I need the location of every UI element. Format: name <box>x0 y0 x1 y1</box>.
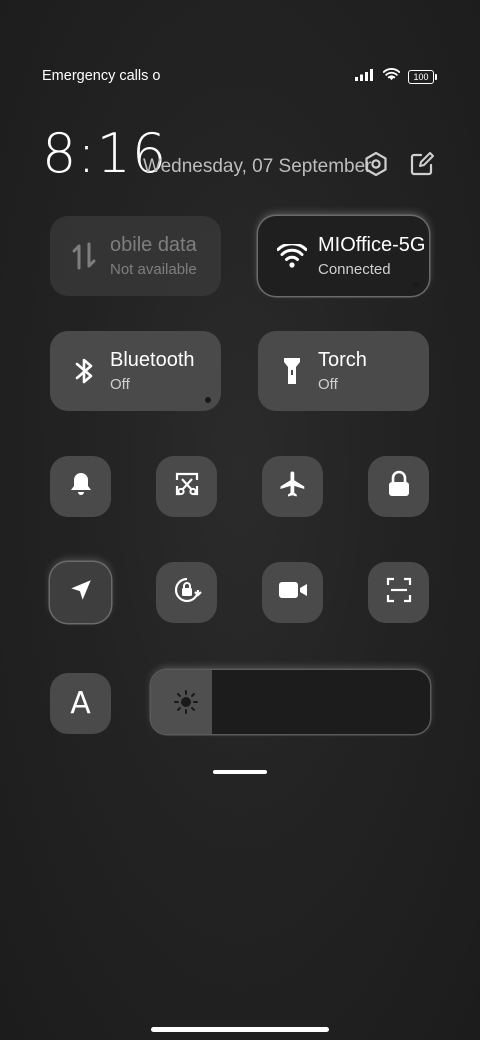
font-size-label: A <box>70 686 91 721</box>
lock-icon <box>386 470 412 503</box>
sound-toggle-button[interactable] <box>50 456 111 517</box>
home-indicator[interactable] <box>151 1027 329 1032</box>
screenshot-icon <box>173 470 201 503</box>
bluetooth-indicator-dot <box>205 397 211 403</box>
torch-status: Off <box>318 376 338 393</box>
panel-drag-handle[interactable] <box>213 770 267 774</box>
bluetooth-title: Bluetooth <box>110 349 195 371</box>
torch-icon <box>276 355 308 387</box>
edit-icon[interactable] <box>408 150 436 178</box>
status-carrier-text: Emergency calls o <box>42 68 161 84</box>
mobile-data-status: Not available <box>110 261 197 278</box>
battery-icon: 100 <box>408 70 437 84</box>
wifi-indicator-dot <box>413 282 419 288</box>
bluetooth-tile[interactable]: Bluetooth Off <box>50 331 221 411</box>
mobile-data-icon <box>68 240 100 272</box>
brightness-icon <box>173 689 199 715</box>
rotation-lock-button[interactable] <box>156 562 217 623</box>
bluetooth-status: Off <box>110 376 130 393</box>
mobile-data-tile[interactable]: obile data Not available <box>50 216 221 296</box>
wifi-tile[interactable]: MIOffice-5G Connected <box>258 216 429 296</box>
airplane-icon <box>278 469 308 504</box>
airplane-mode-button[interactable] <box>262 456 323 517</box>
scan-icon <box>385 576 413 609</box>
wifi-network-name: MIOffice-5G <box>318 234 426 256</box>
status-icons: 100 <box>355 68 437 86</box>
screen-recorder-button[interactable] <box>262 562 323 623</box>
bluetooth-icon <box>68 355 100 387</box>
torch-title: Torch <box>318 349 367 371</box>
brightness-slider[interactable] <box>151 670 430 734</box>
bell-icon <box>67 470 95 503</box>
font-size-button[interactable]: A <box>50 673 111 734</box>
location-toggle-button[interactable] <box>50 562 111 623</box>
video-icon <box>277 578 309 607</box>
wifi-status-icon <box>382 68 401 86</box>
wifi-status: Connected <box>318 261 391 278</box>
mobile-data-title: obile data <box>110 234 197 256</box>
location-icon <box>68 577 94 608</box>
wifi-icon <box>276 240 308 272</box>
settings-icon[interactable] <box>362 150 390 178</box>
rotation-lock-icon <box>171 574 203 611</box>
screenshot-toggle-button[interactable] <box>156 456 217 517</box>
scanner-button[interactable] <box>368 562 429 623</box>
torch-tile[interactable]: Torch Off <box>258 331 429 411</box>
date-text[interactable]: Wednesday, 07 September <box>143 156 372 178</box>
lock-screen-button[interactable] <box>368 456 429 517</box>
signal-icon <box>355 68 375 86</box>
